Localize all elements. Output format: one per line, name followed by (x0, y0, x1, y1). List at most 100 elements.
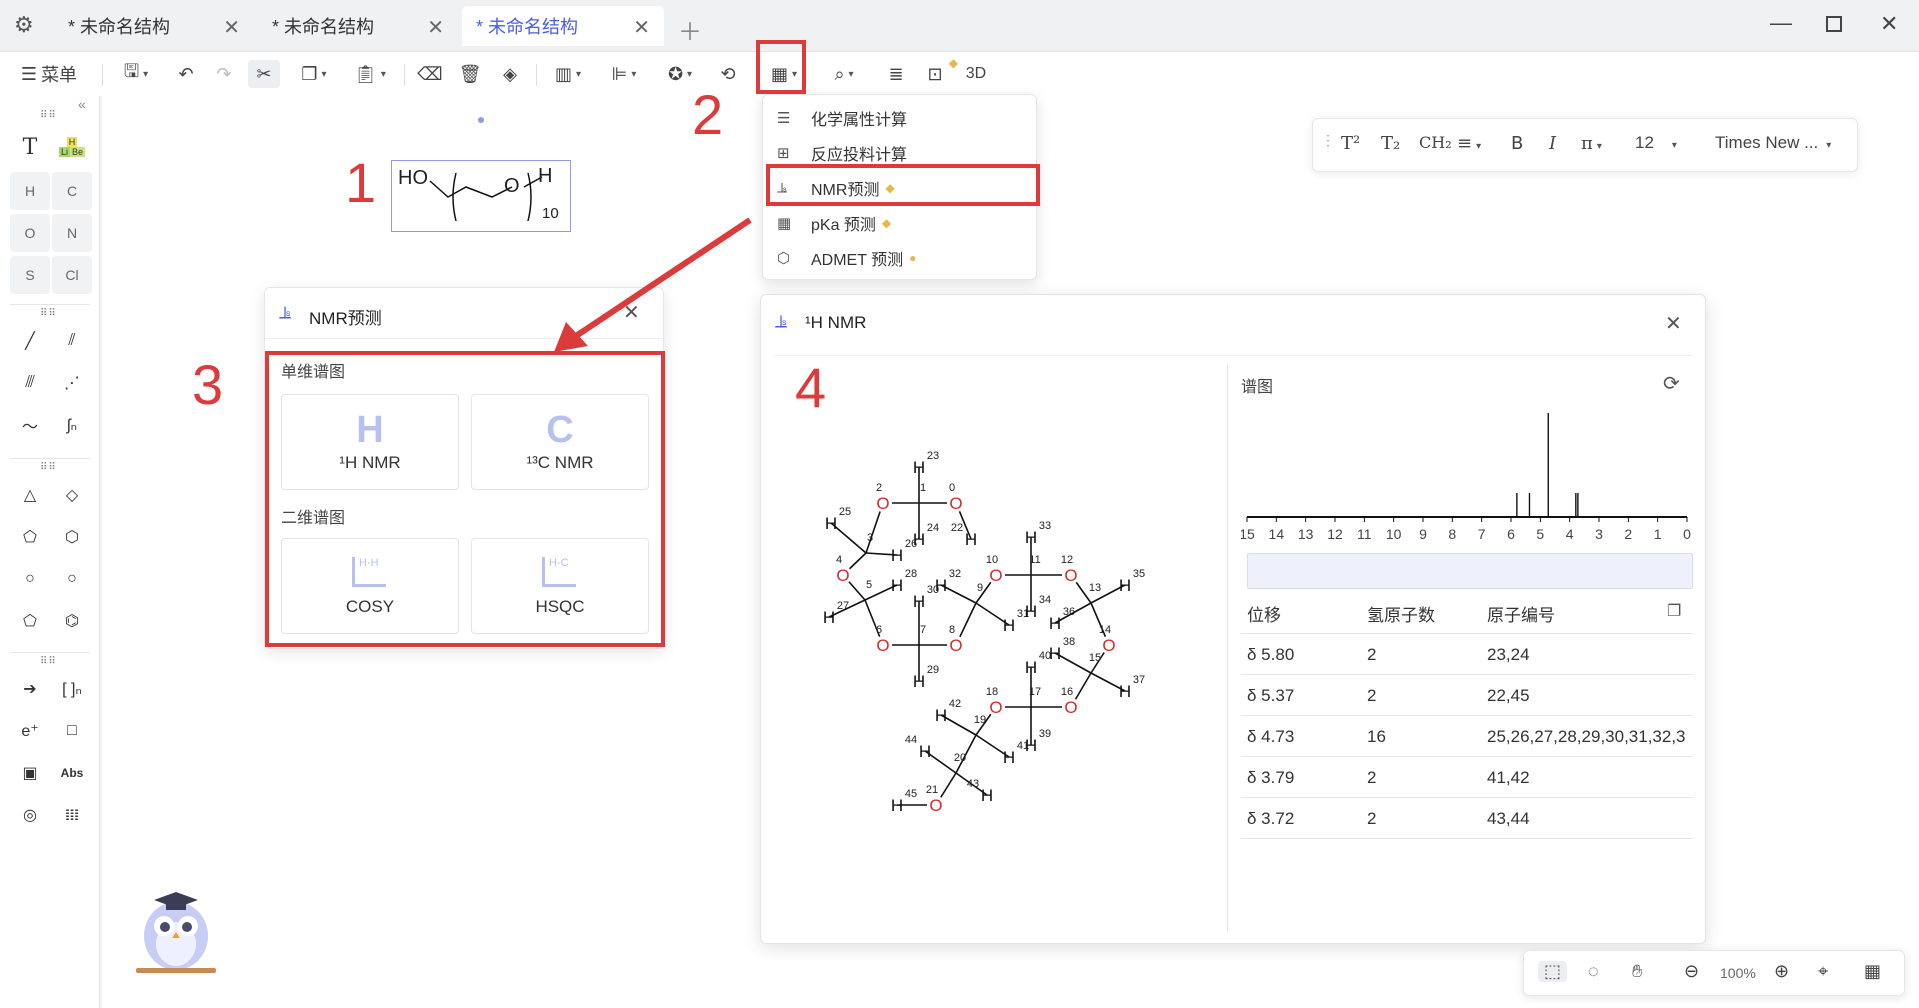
bracket-tool[interactable]: [ ]ₙ (52, 670, 92, 708)
delete-button[interactable]: 🗑︎ (456, 60, 484, 88)
3d-button[interactable]: 3D (960, 60, 992, 88)
molecule-diagram[interactable]: H23H24H25H26H27H28H29H30H31H32H33H34H36H… (791, 405, 1211, 885)
pi-symbol-icon[interactable]: π ▾ (1581, 133, 1602, 154)
undo-button[interactable]: ↶ (172, 60, 200, 88)
bold-icon[interactable]: B (1511, 133, 1523, 154)
collapse-icon[interactable]: « (78, 96, 86, 112)
scan-button[interactable]: ⊡ ◆ (920, 56, 958, 88)
table-row[interactable]: δ 5.37 2 22,45 (1241, 675, 1693, 716)
benzene-tool[interactable]: ⌬ (52, 602, 92, 640)
pentagon-tool[interactable]: ⬠ (10, 518, 50, 556)
align-text-icon[interactable]: ≡ ▾ (1457, 133, 1481, 154)
hashed-bond-tool[interactable]: ⋰ (52, 364, 92, 402)
spectrum-tick-label: 12 (1327, 526, 1343, 542)
target-tool[interactable]: ◎ (10, 796, 50, 834)
abs-tool[interactable]: Abs (52, 754, 92, 792)
font-family-select[interactable]: Times New ... ▾ (1715, 133, 1831, 153)
shift-cell: δ 5.80 (1247, 645, 1295, 664)
element-o[interactable]: O (10, 214, 50, 252)
table-row[interactable]: δ 3.72 2 43,44 (1241, 798, 1693, 839)
element-n[interactable]: N (52, 214, 92, 252)
lasso-icon[interactable]: ◌ (1588, 961, 1599, 982)
range-slider[interactable] (1247, 553, 1693, 589)
select-pointer-icon[interactable]: ⬚ (1538, 961, 1568, 982)
zoom-out-icon[interactable]: ⊖ (1684, 961, 1699, 982)
tab-1[interactable]: * 未命名结构 ✕ (54, 6, 254, 46)
hexagon-icon: ⬡ (777, 250, 791, 267)
ring-template-tool[interactable]: ⬠ (10, 602, 50, 640)
element-cl[interactable]: Cl (52, 256, 92, 294)
benzene-icon: ⌬ (65, 613, 79, 630)
zoom-in-icon[interactable]: ⊕ (1774, 961, 1789, 982)
font-size-select[interactable]: 12 ▾ (1635, 133, 1677, 153)
triple-bond-tool[interactable]: ⫻ (10, 364, 50, 402)
menu-item-admet[interactable]: ⬡ ADMET 预测 ● (777, 241, 916, 275)
triangle-tool[interactable]: △ (10, 476, 50, 514)
atom-index: 18 (986, 686, 998, 698)
close-icon[interactable]: ✕ (223, 15, 240, 40)
owl-mascot-icon[interactable] (126, 878, 226, 978)
rectangle-tool[interactable]: □ (52, 712, 92, 750)
menu-button[interactable]: ☰ 菜单 (18, 60, 80, 88)
redo-button[interactable]: ↷ (210, 60, 238, 88)
fit-center-icon[interactable]: ⌖ (1818, 961, 1828, 982)
save-button[interactable]: 🖫 ▾ (116, 60, 156, 88)
cut-button[interactable]: ✂ (248, 60, 280, 88)
double-bond-tool[interactable]: ⫽ (52, 322, 92, 360)
fill-button[interactable]: ◈ (496, 60, 524, 88)
arrow-tool[interactable]: ➔ (10, 670, 50, 708)
table-row[interactable]: δ 4.73 16 25,26,27,28,29,30,31,32,3 (1241, 716, 1693, 757)
chain-n-tool[interactable]: ʃₙ (52, 406, 92, 444)
square-ring-tool[interactable]: ◇ (52, 476, 92, 514)
close-icon[interactable]: ✕ (1665, 311, 1682, 336)
hand-pan-icon[interactable]: ✋︎ (1632, 961, 1642, 982)
subscript-icon[interactable]: T₂ (1381, 133, 1400, 154)
superscript-icon[interactable]: T² (1341, 133, 1360, 154)
italic-icon[interactable]: I (1549, 133, 1556, 154)
hexagon-tool[interactable]: ⬡ (52, 518, 92, 556)
template-tool[interactable]: ▣ (10, 754, 50, 792)
search-button[interactable]: ⌕ ▾ (824, 60, 864, 88)
close-icon[interactable]: ✕ (427, 15, 444, 40)
periodic-table-tool[interactable]: H Li Be (52, 128, 92, 166)
eraser-button[interactable]: ⌫ (416, 60, 444, 88)
chain-n-icon: ʃₙ (67, 417, 77, 434)
maximize-icon[interactable] (1826, 16, 1842, 32)
tab-3[interactable]: * 未命名结构 ✕ (462, 6, 664, 46)
element-c[interactable]: C (52, 172, 92, 210)
single-bond-tool[interactable]: ╱ (10, 322, 50, 360)
selection-handle[interactable] (478, 117, 484, 123)
charge-tool[interactable]: e⁺ (10, 712, 50, 750)
find-button[interactable]: ≣ (882, 60, 910, 88)
align-button[interactable]: ⊫ ▾ (604, 60, 644, 88)
table-row[interactable]: δ 3.79 2 41,42 (1241, 757, 1693, 798)
copy-button[interactable]: ❐ ▾ (294, 60, 334, 88)
hexagon-icon: ⬡ (65, 529, 79, 546)
refresh-icon[interactable]: ⟳ (1663, 371, 1680, 396)
target-icon: ◎ (23, 807, 37, 824)
element-s[interactable]: S (10, 256, 50, 294)
element-h[interactable]: H (10, 172, 50, 210)
close-icon[interactable]: ✕ (633, 15, 650, 40)
table-row[interactable]: δ 5.80 2 23,24 (1241, 634, 1693, 675)
octagon-tool[interactable]: ○ (52, 560, 92, 598)
paste-button[interactable]: 📋︎ ▾ (350, 60, 390, 88)
nmr-spectrum-chart[interactable]: 15 14 13 12 11 10 9 8 7 6 5 4 3 2 1 0 (1241, 405, 1695, 565)
add-tab-icon[interactable]: ＋ (678, 12, 702, 47)
copy-icon[interactable]: ❐ (1667, 601, 1681, 621)
settings-gear-icon[interactable]: ⚙ (14, 12, 34, 38)
chemical-format-icon[interactable]: CH₂ (1419, 133, 1452, 152)
text-tool[interactable]: T (10, 128, 50, 166)
chain-tool[interactable]: 〜 (10, 406, 50, 444)
minimize-icon[interactable]: — (1770, 10, 1792, 36)
close-window-icon[interactable]: ✕ (1880, 11, 1898, 37)
library-tool[interactable]: 𝍖 (52, 796, 92, 834)
atom-index: 38 (1063, 636, 1075, 648)
tab-2[interactable]: * 未命名结构 ✕ (258, 6, 458, 46)
grid-icon[interactable]: ▦ (1864, 961, 1881, 982)
tab-bar: ⚙ * 未命名结构 ✕ * 未命名结构 ✕ * 未命名结构 ✕ ＋ — ✕ (0, 0, 1919, 52)
menu-item-pka[interactable]: ▦ pKa 预测 ◆ (777, 206, 891, 240)
menu-item-chem-props[interactable]: ☰ 化学属性计算 (777, 101, 907, 135)
heptagon-tool[interactable]: ○ (10, 560, 50, 598)
document-button[interactable]: ▥ ▾ (548, 60, 588, 88)
